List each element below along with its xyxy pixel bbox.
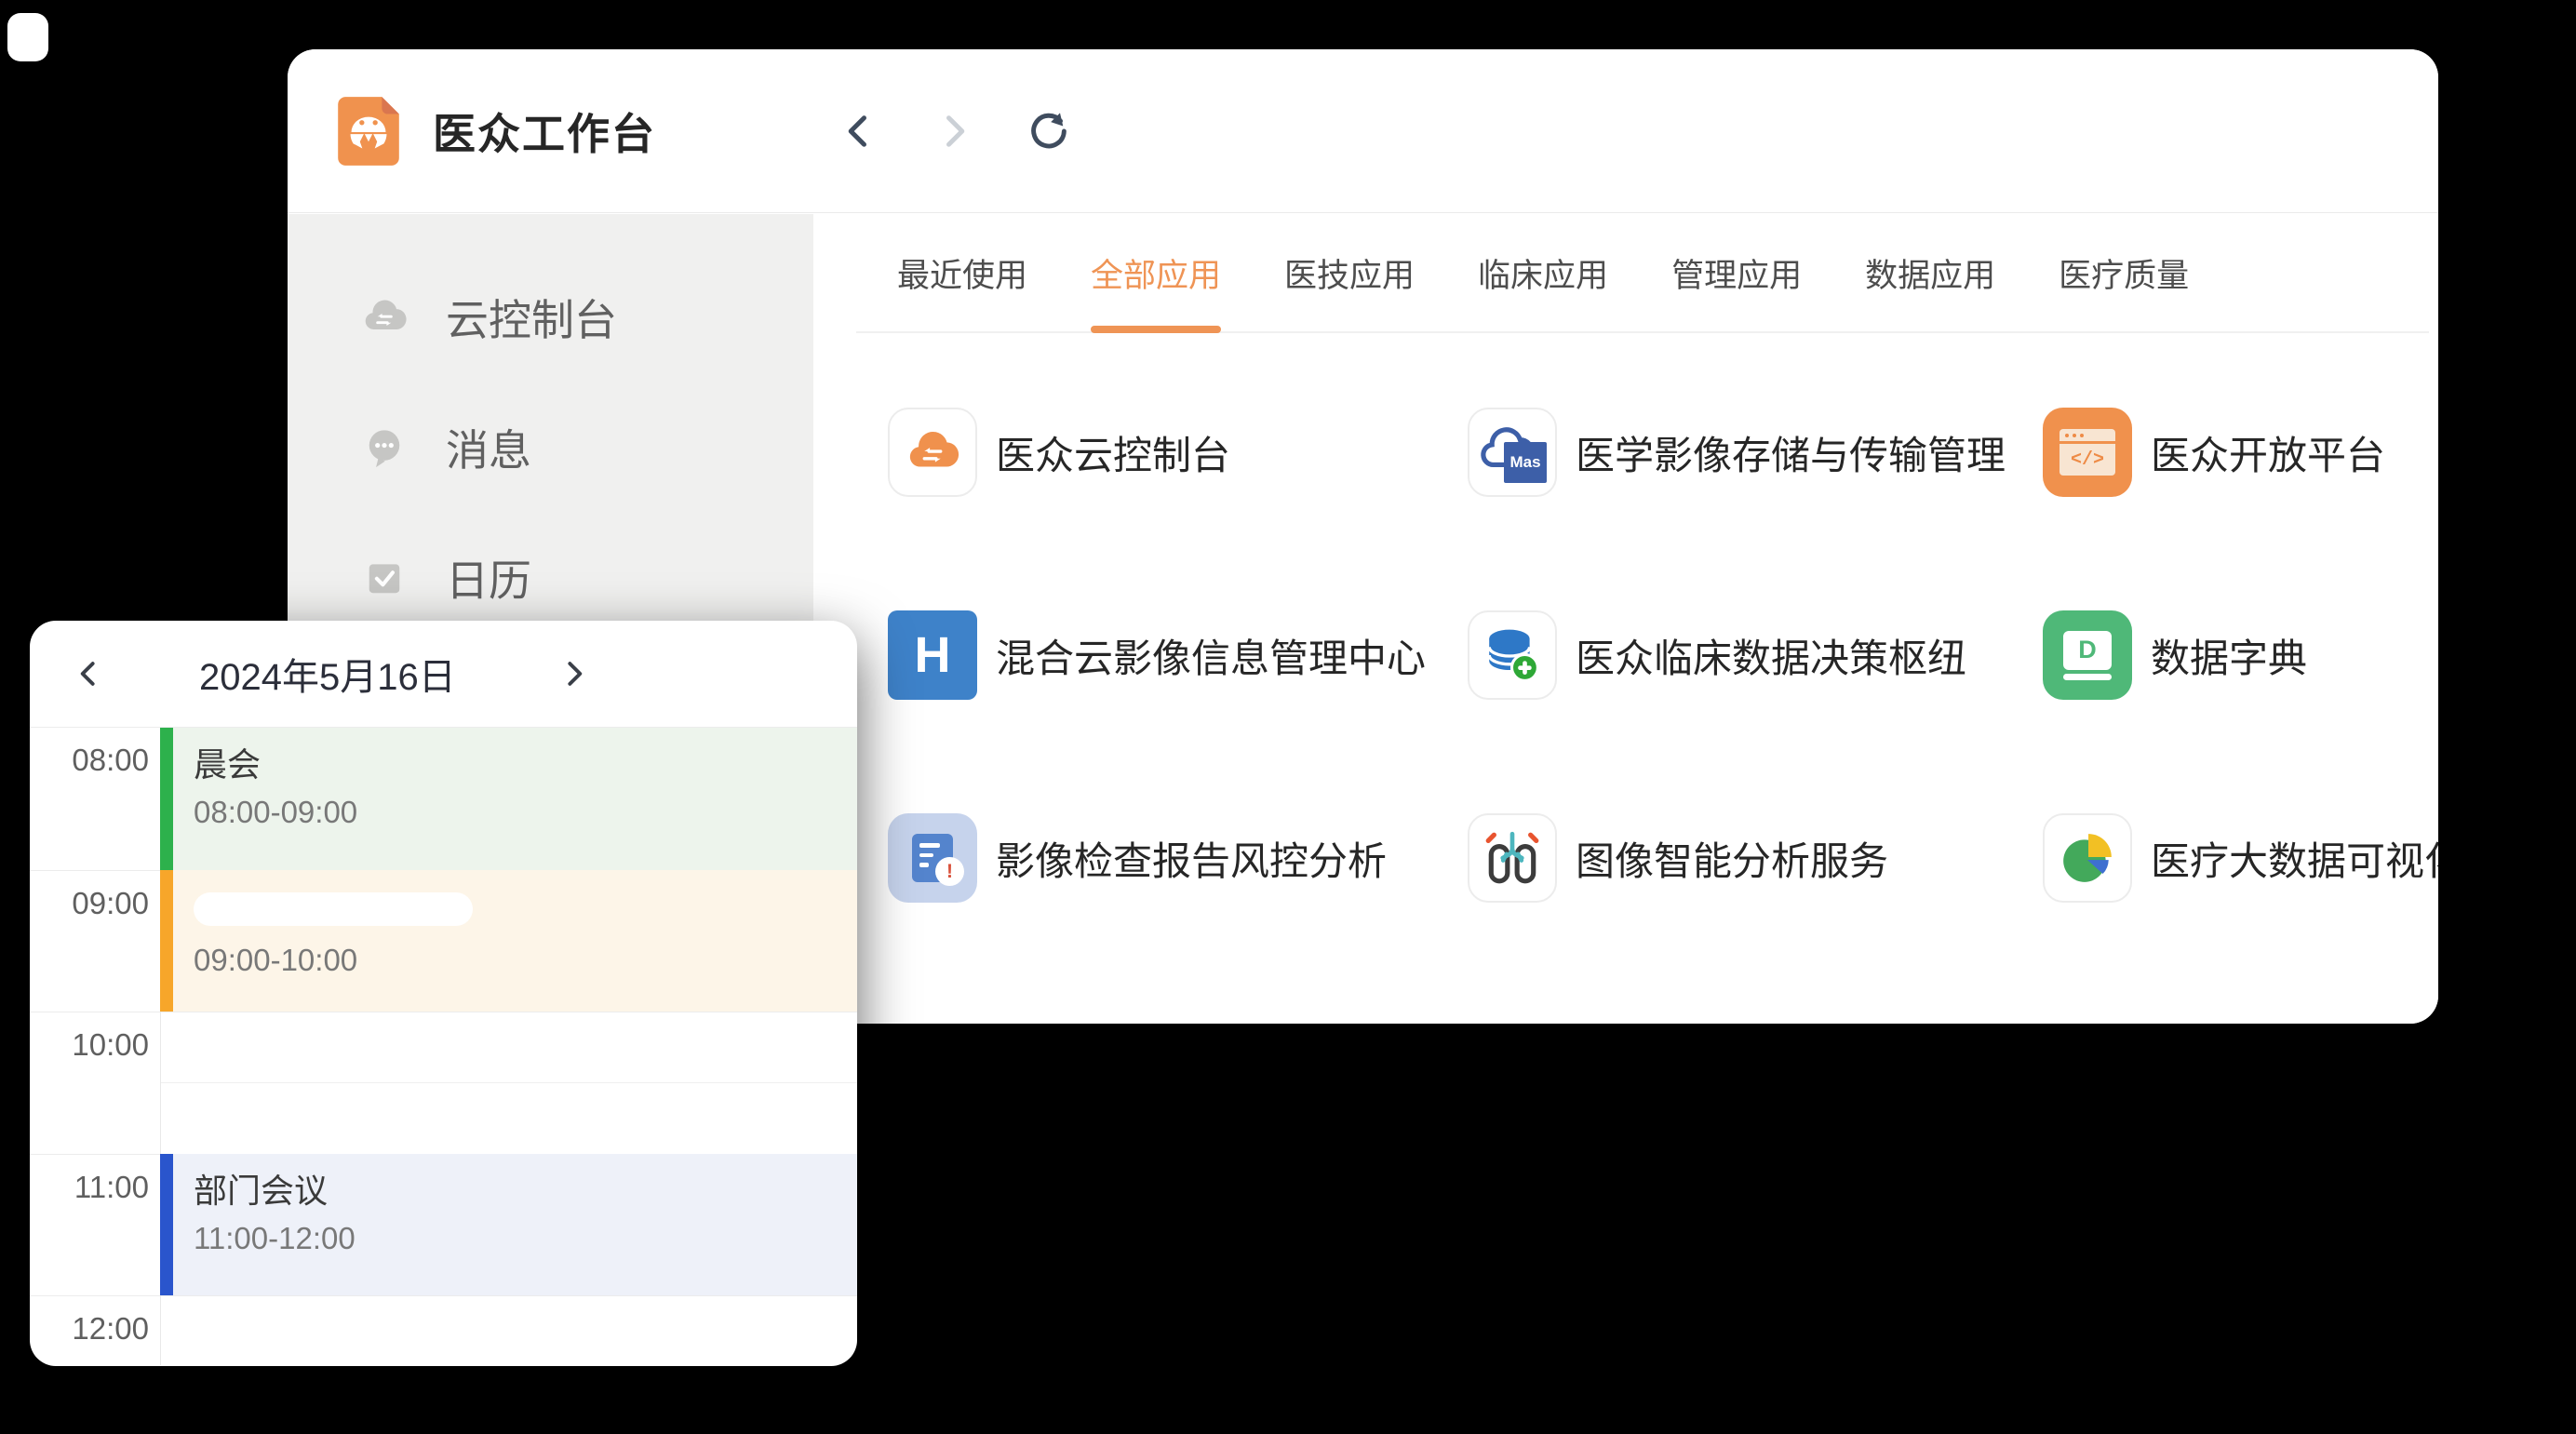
events-layer: 晨会 08:00-09:00 09:00-10:00 部门会议 11:00-12… xyxy=(160,728,857,1365)
calendar-panel: 2024年5月16日 08:00 09:00 10:00 11:00 12:00 xyxy=(30,621,857,1366)
tab-data-apps[interactable]: 数据应用 xyxy=(1865,214,1995,331)
app-item-medical-image-storage[interactable]: Mas 医学影像存储与传输管理 xyxy=(1468,408,2043,497)
app-label: 数据字典 xyxy=(2151,627,2307,684)
app-label: 医疗大数据可视化 xyxy=(2151,830,2438,887)
app-item-big-data-visualization[interactable]: 医疗大数据可视化 xyxy=(2043,813,2438,903)
event-time-range: 08:00-09:00 xyxy=(194,795,857,830)
calendar-day-view: 08:00 09:00 10:00 11:00 12:00 晨会 08:00-0… xyxy=(30,728,857,1365)
app-item-hybrid-cloud-imaging[interactable]: H 混合云影像信息管理中心 xyxy=(888,610,1468,700)
calendar-date: 2024年5月16日 xyxy=(199,647,456,701)
cloud-icon xyxy=(360,293,409,342)
app-item-clinical-data-hub[interactable]: 医众临床数据决策枢纽 xyxy=(1468,610,2043,700)
window-header: 医众工作台 xyxy=(288,49,2438,213)
medical-image-storage-icon: Mas xyxy=(1468,408,1557,497)
app-label: 医众开放平台 xyxy=(2151,424,2385,481)
app-label: 图像智能分析服务 xyxy=(1576,830,1888,887)
sidebar-item-label: 日历 xyxy=(446,547,531,609)
header-nav xyxy=(835,49,1073,212)
report-document-glyph: ! xyxy=(912,834,953,882)
data-dictionary-icon: D xyxy=(2043,610,2132,700)
event-redacted[interactable]: 09:00-10:00 xyxy=(160,870,857,1012)
image-ai-analysis-icon xyxy=(1468,813,1557,903)
sidebar-item-cloud-console[interactable]: 云控制台 xyxy=(288,252,813,382)
mas-badge: Mas xyxy=(1504,442,1547,483)
app-label: 医众云控制台 xyxy=(996,424,1230,481)
calendar-header: 2024年5月16日 xyxy=(30,621,857,728)
code-glyph: </> xyxy=(2059,444,2115,476)
app-logo-icon xyxy=(330,93,407,169)
h-letter-glyph: H xyxy=(915,626,951,684)
event-title-redacted-pill xyxy=(194,892,473,926)
app-label: 影像检查报告风控分析 xyxy=(996,830,1387,887)
event-morning-meeting[interactable]: 晨会 08:00-09:00 xyxy=(160,728,857,870)
event-title: 部门会议 xyxy=(194,1171,857,1212)
tab-recent[interactable]: 最近使用 xyxy=(897,214,1027,331)
big-data-visualization-icon xyxy=(2043,813,2132,903)
d-letter-glyph: D xyxy=(2063,631,2112,670)
tab-clinical-apps[interactable]: 临床应用 xyxy=(1478,214,1608,331)
app-item-report-risk-analysis[interactable]: ! 影像检查报告风控分析 xyxy=(888,813,1468,903)
tabs-bar: 最近使用 全部应用 医技应用 临床应用 管理应用 数据应用 医疗质量 xyxy=(856,214,2429,333)
time-label: 08:00 xyxy=(30,743,149,778)
hybrid-cloud-imaging-icon: H xyxy=(888,610,977,700)
clinical-data-hub-icon xyxy=(1468,610,1557,700)
time-label: 09:00 xyxy=(30,886,149,921)
apps-grid: 医众云控制台 Mas 医学影像存储与传输管理 < xyxy=(813,333,2438,903)
refresh-button[interactable] xyxy=(1025,107,1073,155)
app-item-image-ai-analysis[interactable]: 图像智能分析服务 xyxy=(1468,813,2043,903)
report-risk-analysis-icon: ! xyxy=(888,813,977,903)
forward-button[interactable] xyxy=(930,107,978,155)
time-label: 10:00 xyxy=(30,1027,149,1063)
cloud-console-icon xyxy=(888,408,977,497)
alert-exclamation-glyph: ! xyxy=(935,857,964,886)
app-label: 医众临床数据决策枢纽 xyxy=(1576,627,1966,684)
event-department-meeting[interactable]: 部门会议 11:00-12:00 xyxy=(160,1154,857,1295)
app-title: 医众工作台 xyxy=(433,101,656,162)
app-item-open-platform[interactable]: </> 医众开放平台 xyxy=(2043,408,2438,497)
app-label: 医学影像存储与传输管理 xyxy=(1576,424,2006,481)
browser-window-glyph: </> xyxy=(2059,429,2115,476)
app-item-data-dictionary[interactable]: D 数据字典 xyxy=(2043,610,2438,700)
message-icon xyxy=(360,423,409,472)
calendar-prev-button[interactable] xyxy=(69,653,110,694)
app-item-cloud-console[interactable]: 医众云控制台 xyxy=(888,408,1468,497)
book-glyph: D xyxy=(2063,631,2112,680)
time-label: 12:00 xyxy=(30,1311,149,1347)
event-time-range: 09:00-10:00 xyxy=(194,943,857,978)
event-time-range: 11:00-12:00 xyxy=(194,1221,857,1256)
sidebar-item-messages[interactable]: 消息 xyxy=(288,382,813,513)
sidebar-item-label: 云控制台 xyxy=(446,287,617,348)
tab-medical-quality[interactable]: 医疗质量 xyxy=(2059,214,2189,331)
time-label: 11:00 xyxy=(30,1170,149,1205)
back-button[interactable] xyxy=(835,107,883,155)
desktop-background: 医众工作台 xyxy=(0,0,2576,1434)
sidebar-item-label: 消息 xyxy=(446,417,531,478)
background-window-corner xyxy=(7,13,48,61)
calendar-icon xyxy=(360,554,409,602)
apps-content: 最近使用 全部应用 医技应用 临床应用 管理应用 数据应用 医疗质量 xyxy=(813,214,2438,1024)
app-label: 混合云影像信息管理中心 xyxy=(996,627,1426,684)
calendar-next-button[interactable] xyxy=(553,653,594,694)
open-platform-icon: </> xyxy=(2043,408,2132,497)
tab-medtech-apps[interactable]: 医技应用 xyxy=(1284,214,1415,331)
tab-all-apps[interactable]: 全部应用 xyxy=(1091,214,1221,331)
event-title: 晨会 xyxy=(194,744,857,785)
tab-management-apps[interactable]: 管理应用 xyxy=(1671,214,1802,331)
